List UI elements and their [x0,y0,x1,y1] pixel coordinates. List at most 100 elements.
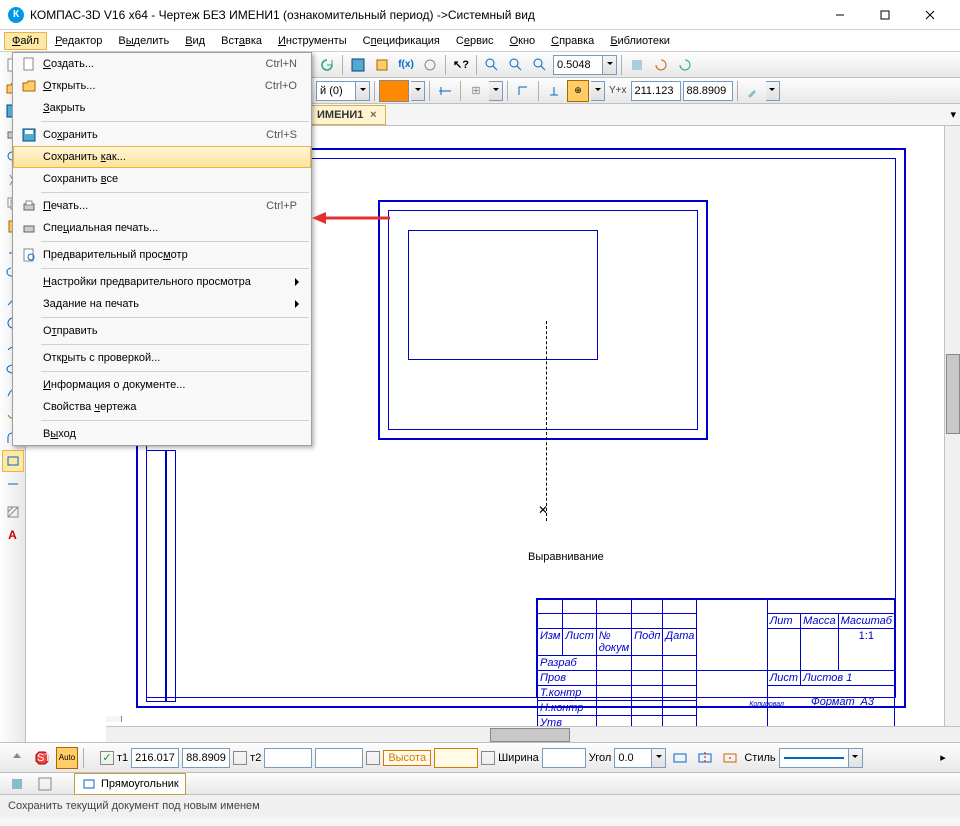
menu-item-save[interactable]: СохранитьCtrl+S [13,124,311,146]
tab-close-icon[interactable]: × [367,109,379,121]
color-drop-icon[interactable] [411,81,425,101]
maximize-button[interactable] [862,0,907,29]
style-combo[interactable] [779,748,863,768]
menu-view[interactable]: Вид [177,32,213,50]
menu-item-print[interactable]: Печать...Ctrl+P [13,195,311,217]
pcenter-icon[interactable] [719,747,741,769]
menu-item-save-all[interactable]: Сохранить все [13,168,311,190]
vars-icon[interactable] [419,54,441,76]
zoom-fit-icon[interactable] [505,54,527,76]
window-title: КОМПАС-3D V16 x64 - Чертеж БЕЗ ИМЕНИ1 (о… [30,8,817,22]
menu-window[interactable]: Окно [502,32,544,50]
menu-tools[interactable]: Инструменты [270,32,355,50]
grid-icon[interactable]: ⊞ [465,80,487,102]
menu-item-exit[interactable]: Выход [13,423,311,445]
calc-icon[interactable] [347,54,369,76]
menu-item-open[interactable]: Открыть...Ctrl+O [13,75,311,97]
minimize-button[interactable] [817,0,862,29]
submenu-arrow-icon [295,300,303,308]
tab-chevron-icon[interactable]: ▾ [950,108,956,121]
redraw-icon[interactable] [674,54,696,76]
mode-icon2[interactable] [34,773,56,795]
menubar: Файл Редактор Выделить Вид Вставка Инстр… [0,30,960,52]
arrow-up-icon[interactable] [6,747,28,769]
scroll-right-icon[interactable]: ▸ [932,747,954,769]
grid-drop-icon[interactable] [489,81,503,101]
menu-insert[interactable]: Вставка [213,32,270,50]
t2-y-input[interactable] [315,748,363,768]
width-input[interactable] [542,748,586,768]
style-drop-icon[interactable] [849,748,863,768]
layer-input[interactable] [316,81,356,101]
pan-icon[interactable] [626,54,648,76]
menu-item-send[interactable]: Отправить [13,320,311,342]
tool-text-icon[interactable]: А [2,524,24,546]
kopiroval-label: Копировал [749,701,784,708]
layer-drop-icon[interactable] [356,81,370,101]
tool-hatch-icon[interactable] [2,501,24,523]
menu-item-print-job[interactable]: Задание на печать [13,293,311,315]
t1-x-input[interactable] [131,748,179,768]
cube-icon[interactable] [371,54,393,76]
t1-y-input[interactable] [182,748,230,768]
mode-icon1[interactable] [6,773,28,795]
cursor-help-icon[interactable]: ↖? [450,54,472,76]
menu-item-preview-settings[interactable]: Настройки предварительного просмотра [13,271,311,293]
menu-item-preview[interactable]: Предварительный просмотр [13,244,311,266]
menu-spec[interactable]: Спецификация [355,32,448,50]
ortho-icon[interactable] [512,80,534,102]
scrollbar-horizontal[interactable] [106,726,960,742]
angle-input[interactable] [614,748,652,768]
refresh-icon[interactable] [316,54,338,76]
auto-icon[interactable]: Auto [56,747,78,769]
snap-drop-icon[interactable] [591,81,605,101]
perp-icon[interactable] [543,80,565,102]
tool-dim-icon[interactable] [2,473,24,495]
menu-editor[interactable]: Редактор [47,32,110,50]
t2-x-input[interactable] [264,748,312,768]
zoom-drop-icon[interactable] [603,55,617,75]
zoom-input[interactable] [553,55,603,75]
zoom-in-icon[interactable] [481,54,503,76]
menu-select[interactable]: Выделить [110,32,177,50]
snap-icon[interactable]: ⊕ [567,80,589,102]
tool-rect-icon[interactable] [2,450,24,472]
coord-y-input[interactable] [683,81,733,101]
layer-combo[interactable] [316,81,370,101]
menu-item-special-print[interactable]: Специальная печать... [13,217,311,239]
brush-icon[interactable] [742,80,764,102]
menu-libs[interactable]: Библиотеки [602,32,678,50]
axis-on-icon[interactable] [694,747,716,769]
axis-off-icon[interactable] [669,747,691,769]
menu-item-close[interactable]: Закрыть [13,97,311,119]
dim-icon[interactable] [434,80,456,102]
shape-tab[interactable]: Прямоугольник [74,773,186,795]
angle-drop-icon[interactable] [652,748,666,768]
menu-item-drawing-props[interactable]: Свойства чертежа [13,396,311,418]
menu-item-open-check[interactable]: Открыть с проверкой... [13,347,311,369]
color-button[interactable] [379,80,409,102]
scrollbar-vertical[interactable] [944,126,960,726]
stop-icon[interactable]: STOP [31,747,53,769]
zoom-out-icon[interactable] [529,54,551,76]
rotate-icon[interactable] [650,54,672,76]
app-icon: К [8,7,24,23]
rect-icon [81,776,97,792]
angle-combo[interactable] [614,748,666,768]
close-button[interactable] [907,0,952,29]
zoom-combo[interactable] [553,55,617,75]
brush-drop-icon[interactable] [766,81,780,101]
fx-icon[interactable]: f(x) [395,54,417,76]
new-doc-icon [19,56,39,72]
height-input[interactable] [434,748,478,768]
property-bar: STOP Auto ✓ т1 т2 Высота Ширина Угол Сти… [0,743,960,773]
title-block[interactable]: ЛитМассаМасштаб ИзмЛист№ докумПодпДата1:… [536,598,896,698]
document-tab[interactable]: ИМЕНИ1 × [310,105,386,125]
menu-item-doc-info[interactable]: Информация о документе... [13,374,311,396]
menu-item-save-as[interactable]: Сохранить как... [13,146,311,168]
menu-file[interactable]: Файл [4,32,47,50]
menu-help[interactable]: Справка [543,32,602,50]
coord-x-input[interactable] [631,81,681,101]
menu-item-new[interactable]: Создать...Ctrl+N [13,53,311,75]
menu-service[interactable]: Сервис [448,32,502,50]
